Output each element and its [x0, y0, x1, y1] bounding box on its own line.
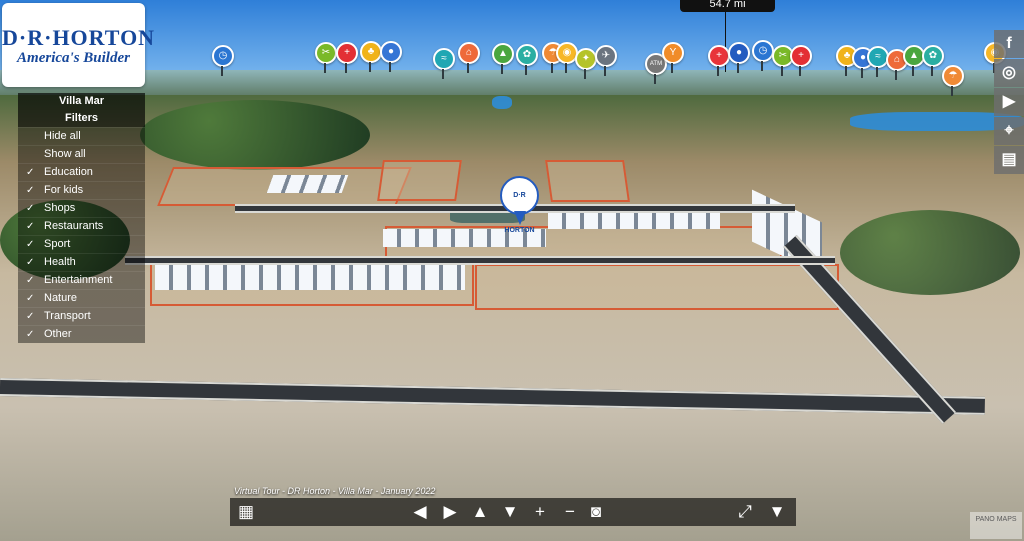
- poi-airport-icon[interactable]: ✈: [595, 45, 617, 76]
- checkbox-icon[interactable]: ✓: [26, 254, 44, 271]
- house-row: [548, 211, 720, 229]
- dr-horton-logo[interactable]: D·R·HORTON America's Builder: [2, 3, 156, 87]
- poi-water-icon[interactable]: ≈: [433, 48, 455, 79]
- builder-location-pin[interactable]: D·R HORTON: [500, 176, 539, 234]
- filter-transport[interactable]: ✓ Transport: [18, 307, 145, 325]
- poi-education-icon[interactable]: ●: [380, 41, 402, 72]
- viewer-toolbar: ▦ ◀ ▶ ▲ ▼ + − ◙ ⤢ ▼: [230, 498, 796, 526]
- checkbox-icon[interactable]: ✓: [26, 308, 44, 325]
- zoom-out-button[interactable]: −: [558, 499, 582, 525]
- filter-shops[interactable]: ✓ Shops: [18, 199, 145, 217]
- poi-shopping-cart-icon[interactable]: ⌂: [458, 42, 480, 73]
- youtube-icon[interactable]: ▶: [994, 88, 1024, 116]
- tree-cluster: [840, 210, 1020, 295]
- development-lot: [545, 160, 630, 202]
- filter-label: Education: [44, 166, 93, 178]
- checkbox-icon[interactable]: ✓: [26, 272, 44, 289]
- poi-marker-icon[interactable]: ●: [728, 42, 750, 73]
- book-icon[interactable]: ▤: [994, 146, 1024, 174]
- checkbox-icon[interactable]: ✓: [26, 236, 44, 253]
- logo-main-text: D·R·HORTON: [2, 25, 156, 50]
- vr-button[interactable]: ◙: [584, 499, 608, 525]
- filter-nature[interactable]: ✓ Nature: [18, 289, 145, 307]
- poi-nature-icon[interactable]: ✿: [922, 45, 944, 76]
- filter-label: Transport: [44, 310, 91, 322]
- down-arrow-button[interactable]: ▼: [498, 499, 522, 525]
- poi-health-icon[interactable]: +: [336, 42, 358, 73]
- poi-beach-icon[interactable]: ☂: [942, 65, 964, 96]
- filter-label: Restaurants: [44, 220, 104, 232]
- filter-education[interactable]: ✓ Education: [18, 163, 145, 181]
- water-pond: [492, 96, 512, 109]
- show-all-button[interactable]: Show all: [18, 145, 145, 163]
- instagram-icon[interactable]: ◎: [994, 59, 1024, 87]
- zoom-in-button[interactable]: +: [528, 499, 552, 525]
- development-lot: [377, 160, 462, 201]
- panel-title: Villa Mar: [18, 93, 145, 110]
- distance-label: 54.7 mi: [680, 0, 775, 12]
- filter-label: Entertainment: [44, 274, 113, 286]
- poi-hospital-icon[interactable]: +: [708, 45, 730, 76]
- checkbox-icon[interactable]: ✓: [26, 200, 44, 217]
- house-row: [266, 175, 349, 193]
- filter-entertainment[interactable]: ✓ Entertainment: [18, 271, 145, 289]
- poi-health-icon[interactable]: +: [790, 45, 812, 76]
- house-row: [155, 265, 465, 290]
- social-links: f ◎ ▶ ⌖ ▤: [994, 30, 1024, 175]
- filter-label: Nature: [44, 292, 78, 304]
- poi-restaurant-icon[interactable]: ✂: [315, 42, 337, 73]
- facebook-icon[interactable]: f: [994, 30, 1024, 58]
- fullscreen-button[interactable]: ⤢: [733, 499, 757, 525]
- right-arrow-button[interactable]: ▶: [438, 499, 462, 525]
- poi-nature-icon[interactable]: ✿: [516, 44, 538, 75]
- checkbox-icon[interactable]: ✓: [26, 290, 44, 307]
- poi-entertainment-icon[interactable]: ♣: [360, 41, 382, 72]
- tree-cluster: [140, 100, 370, 170]
- map-icon[interactable]: ⌖: [994, 117, 1024, 145]
- filter-label: Other: [44, 328, 72, 340]
- filter-for-kids[interactable]: ✓ For kids: [18, 181, 145, 199]
- filters-heading: Filters: [18, 110, 145, 127]
- grid-menu-button[interactable]: ▦: [234, 499, 258, 525]
- poi-shop-icon[interactable]: ◷: [212, 45, 234, 76]
- poi-shop-icon[interactable]: ◷: [752, 40, 774, 71]
- filter-other[interactable]: ✓ Other: [18, 325, 145, 343]
- filter-label: Health: [44, 256, 76, 268]
- up-arrow-button[interactable]: ▲: [468, 499, 492, 525]
- hide-all-button[interactable]: Hide all: [18, 127, 145, 145]
- filter-label: Shops: [44, 202, 76, 214]
- filter-label: Sport: [44, 238, 71, 250]
- panorama-view[interactable]: D·R HORTON 54.7 mi ◷ ✂ + ♣ ● ≈ ⌂ ▲ ✿ ☂ ◉ ✦ ✈ ATM Y + ● ◷ ✂…: [0, 0, 1024, 541]
- filter-label: For kids: [44, 184, 84, 196]
- checkbox-icon[interactable]: ✓: [26, 326, 44, 343]
- development-lot: [475, 264, 839, 310]
- checkbox-icon[interactable]: ✓: [26, 164, 44, 181]
- checkbox-icon[interactable]: ✓: [26, 182, 44, 199]
- filter-restaurants[interactable]: ✓ Restaurants: [18, 217, 145, 235]
- poi-tree-icon[interactable]: ▲: [492, 43, 514, 74]
- logo-subtitle: America's Builder: [17, 50, 130, 66]
- filters-panel: Villa Mar Filters Hide all Show all ✓ Edu…: [18, 93, 145, 343]
- pano-maps-brand[interactable]: PANO MAPS: [970, 512, 1022, 539]
- left-arrow-button[interactable]: ◀: [408, 499, 432, 525]
- checkbox-icon[interactable]: ✓: [26, 218, 44, 235]
- poi-food-icon[interactable]: Y: [662, 42, 684, 73]
- tour-caption: Virtual Tour - DR Horton - Villa Mar - J…: [234, 486, 436, 496]
- collapse-toolbar-button[interactable]: ▼: [765, 499, 789, 525]
- filter-sport[interactable]: ✓ Sport: [18, 235, 145, 253]
- filter-health[interactable]: ✓ Health: [18, 253, 145, 271]
- inner-road: [125, 256, 835, 265]
- poi-kids-icon[interactable]: ✦: [575, 48, 597, 79]
